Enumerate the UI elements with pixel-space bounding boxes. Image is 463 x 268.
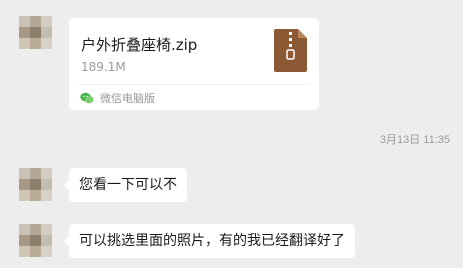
message-timestamp: 3月13日 11:35 [379, 134, 450, 146]
chat-panel: 户外折叠座椅.zip 189.1M 微信电脑版 3月13日 11:35 您看一下… [0, 0, 463, 268]
source-label: 微信电脑版 [100, 92, 155, 105]
card-divider [79, 84, 309, 85]
file-message-card[interactable]: 户外折叠座椅.zip 189.1M 微信电脑版 [69, 18, 319, 110]
wechat-icon [80, 92, 94, 104]
text-message[interactable]: 您看一下可以不 [64, 168, 187, 202]
file-name: 户外折叠座椅.zip [81, 36, 198, 54]
zip-file-icon [274, 29, 307, 72]
card-footer: 微信电脑版 [80, 88, 155, 108]
avatar[interactable] [19, 224, 52, 257]
message-text: 可以挑选里面的照片，有的我已经翻译好了 [79, 233, 345, 249]
avatar[interactable] [19, 168, 52, 201]
message-text: 您看一下可以不 [79, 177, 177, 193]
avatar[interactable] [19, 16, 52, 49]
text-message[interactable]: 可以挑选里面的照片，有的我已经翻译好了 [64, 224, 355, 258]
file-size: 189.1M [81, 60, 126, 74]
